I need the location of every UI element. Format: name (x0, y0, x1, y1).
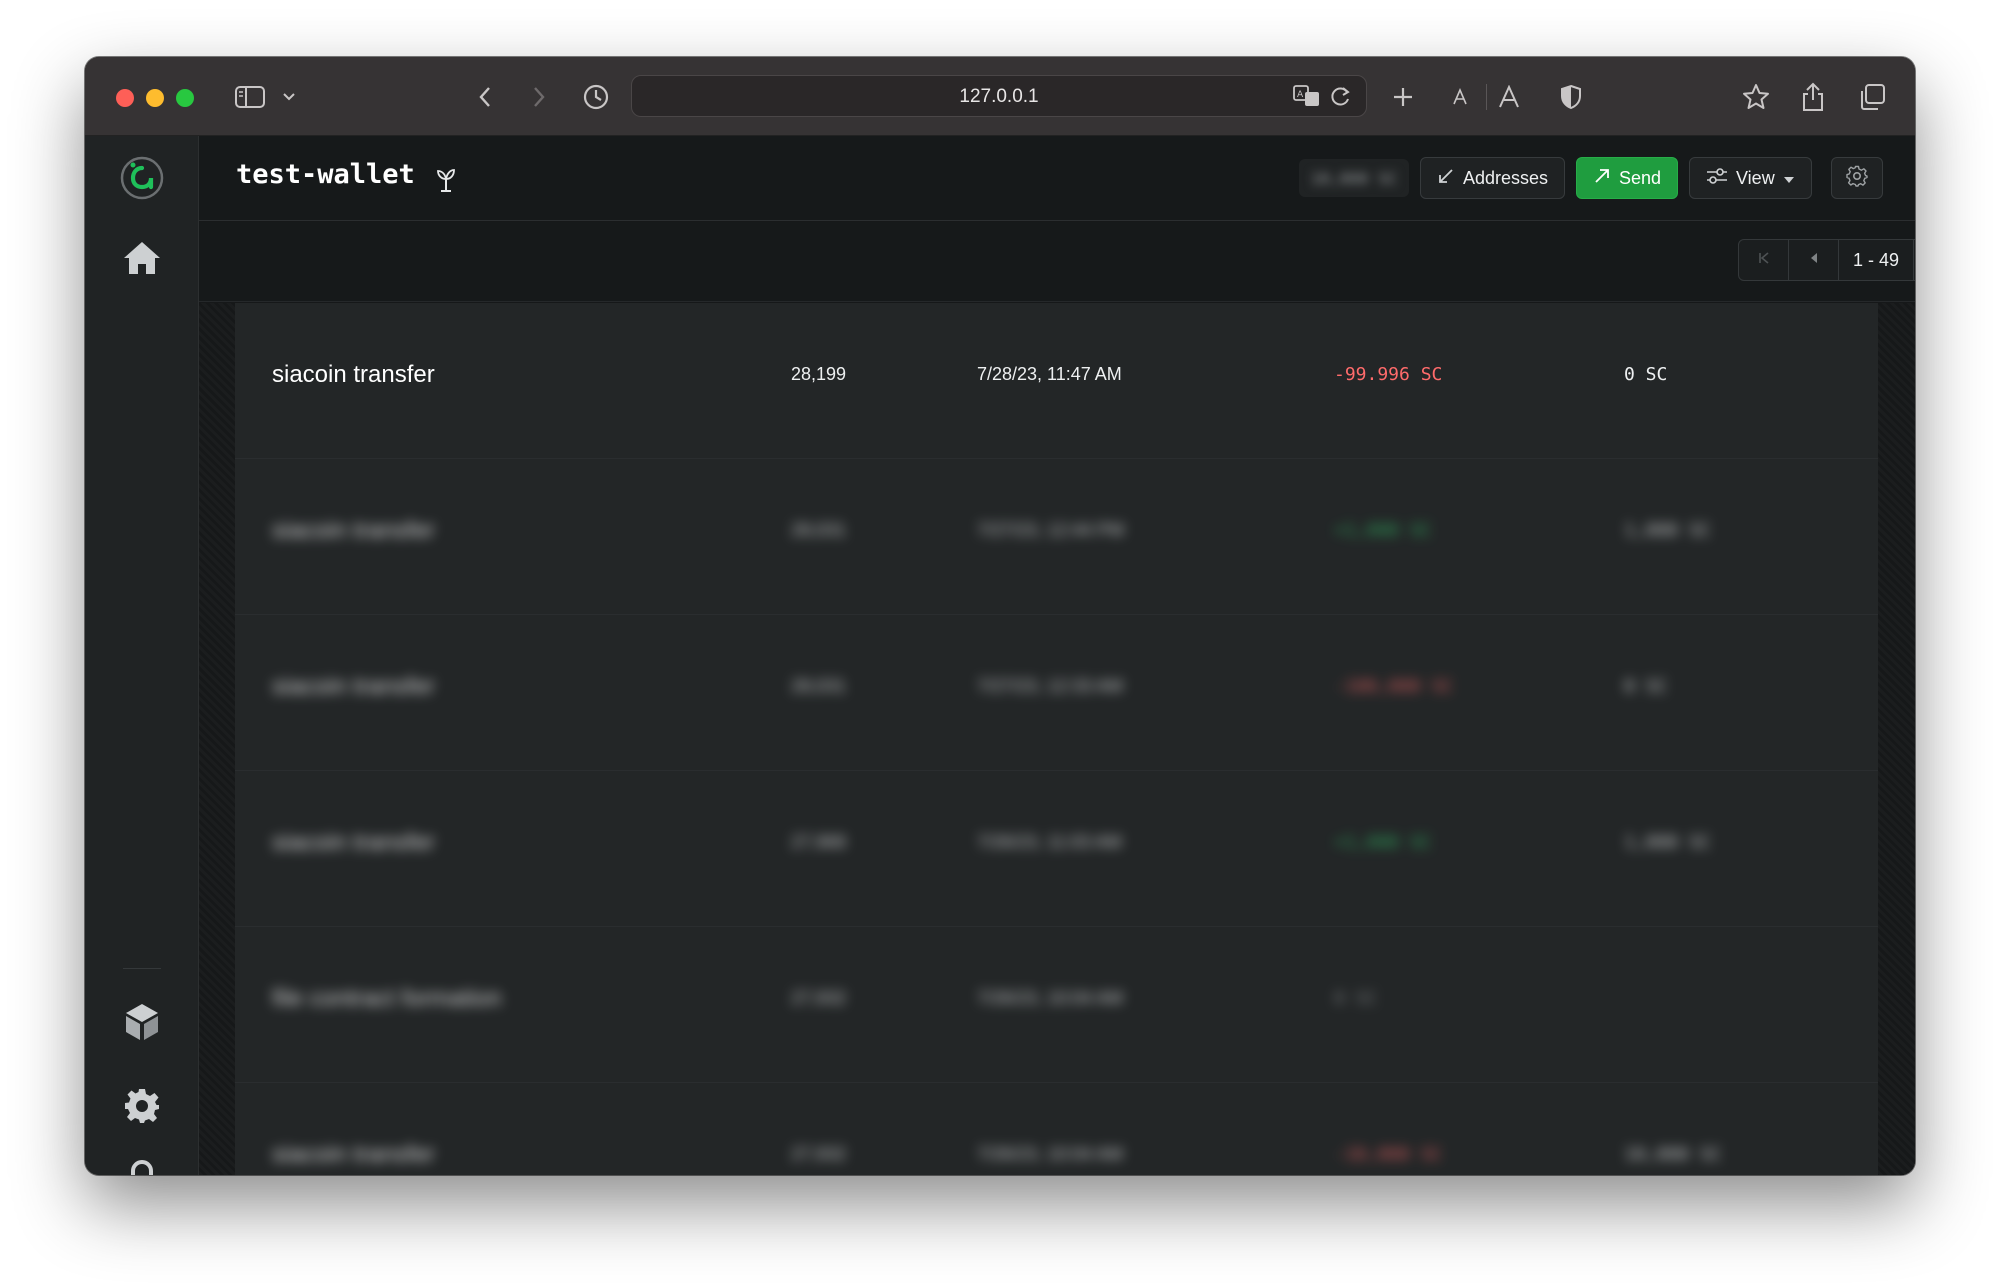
translate-icon[interactable]: A (1292, 84, 1322, 113)
pagination-control: 1 - 49 (1738, 239, 1915, 281)
transaction-fee: 0 SC (1624, 676, 1668, 697)
transaction-timestamp: 7/27/23, 12:44 PM (977, 520, 1125, 540)
view-button[interactable]: View (1689, 157, 1812, 199)
addresses-label: Addresses (1463, 167, 1549, 188)
addresses-icon (1437, 167, 1455, 190)
table-row[interactable]: siacoin transfer 28,031 7/27/23, 12:44 P… (235, 459, 1878, 615)
transaction-amount: -10,000 SC (1334, 1144, 1443, 1165)
reload-icon[interactable] (1330, 84, 1352, 113)
transaction-timestamp: 7/27/23, 12:33 AM (977, 676, 1124, 696)
send-arrow-icon (1593, 167, 1611, 190)
transaction-fee: 1,000 SC (1624, 832, 1711, 853)
page-range-label: 1 - 49 (1852, 249, 1900, 270)
transactions-list: siacoin transfer 28,199 7/28/23, 11:47 A… (235, 303, 1878, 1175)
svg-text:A: A (1297, 90, 1304, 100)
balance-value: 10,000 SC (1310, 168, 1398, 188)
transaction-fee: 0 SC (1624, 364, 1668, 385)
transaction-height: 27,968 (791, 832, 847, 852)
table-row[interactable]: siacoin transfer 28,199 7/28/23, 11:47 A… (235, 303, 1878, 459)
previous-page-button[interactable] (1789, 240, 1839, 280)
sidebar-divider (123, 968, 161, 969)
url-text: 127.0.0.1 (959, 86, 1039, 107)
transaction-amount: +1,000 SC (1334, 832, 1432, 853)
browser-toolbar: 127.0.0.1 A (85, 57, 1915, 136)
share-icon[interactable] (1798, 79, 1828, 115)
tab-overview-icon[interactable] (1857, 79, 1887, 115)
sliders-icon (1706, 167, 1728, 190)
send-button[interactable]: Send (1576, 157, 1679, 199)
transaction-height: 28,199 (791, 364, 847, 384)
node-cube-icon[interactable] (85, 997, 199, 1047)
transaction-amount: -99.996 SC (1334, 364, 1443, 385)
chevron-down-icon[interactable] (279, 79, 299, 115)
text-larger-icon[interactable] (1495, 79, 1523, 115)
transaction-timestamp: 7/26/23, 10:04 AM (977, 1144, 1124, 1164)
view-label: View (1736, 167, 1775, 188)
transaction-height: 27,932 (791, 1144, 847, 1164)
text-smaller-icon[interactable] (1449, 79, 1471, 115)
toolbar-divider (1485, 79, 1487, 115)
caret-down-icon (1783, 168, 1795, 189)
transaction-height: 28,031 (791, 520, 847, 540)
page-range: 1 - 49 (1839, 240, 1914, 280)
transaction-type: siacoin transfer (272, 673, 435, 700)
send-label: Send (1619, 167, 1662, 188)
transaction-amount: +1,000 SC (1334, 520, 1432, 541)
main-content: test-wallet 10,000 SC Addresses Send Vie… (199, 136, 1915, 1175)
wallet-name: test-wallet (236, 159, 415, 190)
transactions-area: siacoin transfer 28,199 7/28/23, 11:47 A… (199, 303, 1915, 1175)
new-tab-plus-icon[interactable] (1388, 79, 1418, 115)
wallet-type-icon (435, 165, 457, 198)
caret-left-icon (1809, 251, 1819, 269)
transaction-timestamp: 7/26/23, 11:03 AM (977, 832, 1122, 852)
pagination-bar: 1 - 49 (199, 222, 1915, 302)
address-bar[interactable]: 127.0.0.1 A (631, 75, 1367, 117)
minimize-window-button[interactable] (146, 89, 164, 107)
transaction-amount: -100,000 SC (1334, 676, 1454, 697)
close-window-button[interactable] (116, 89, 134, 107)
first-page-icon (1757, 251, 1771, 270)
table-row[interactable]: siacoin transfer 27,932 7/26/23, 10:04 A… (235, 1083, 1878, 1175)
transaction-type: siacoin transfer (272, 361, 435, 388)
transaction-timestamp: 7/26/23, 10:04 AM (977, 988, 1124, 1008)
lock-icon[interactable] (85, 1156, 199, 1175)
next-page-button[interactable] (1914, 240, 1915, 280)
first-page-button[interactable] (1739, 240, 1789, 280)
forward-icon[interactable] (527, 79, 551, 115)
wallet-header: test-wallet 10,000 SC Addresses Send Vie… (199, 136, 1915, 221)
table-row[interactable]: siacoin transfer 28,031 7/27/23, 12:33 A… (235, 615, 1878, 771)
addresses-button[interactable]: Addresses (1420, 157, 1566, 199)
app-sidebar (85, 136, 199, 1175)
sidebar-toggle-icon[interactable] (233, 79, 267, 115)
transaction-type: siacoin transfer (272, 1141, 435, 1168)
gear-icon (1846, 165, 1868, 192)
transaction-type: siacoin transfer (272, 829, 435, 856)
transaction-height: 27,932 (791, 988, 847, 1008)
transaction-amount: 0 SC (1334, 988, 1378, 1009)
wallet-balance: 10,000 SC (1299, 159, 1409, 197)
app-logo[interactable] (85, 154, 199, 202)
back-icon[interactable] (473, 79, 497, 115)
settings-gear-icon[interactable] (85, 1081, 199, 1131)
privacy-shield-icon[interactable] (1557, 79, 1585, 115)
transaction-fee: 10,000 SC (1624, 1144, 1722, 1165)
transaction-type: file contract formation (272, 985, 502, 1012)
zoom-window-button[interactable] (176, 89, 194, 107)
history-clock-icon[interactable] (581, 79, 611, 115)
table-row[interactable]: siacoin transfer 27,968 7/26/23, 11:03 A… (235, 771, 1878, 927)
wallet-settings-button[interactable] (1831, 157, 1883, 199)
transaction-timestamp: 7/28/23, 11:47 AM (977, 364, 1122, 384)
transaction-height: 28,031 (791, 676, 847, 696)
home-icon[interactable] (85, 234, 199, 282)
bookmark-star-icon[interactable] (1740, 79, 1772, 115)
transaction-fee: 1,000 SC (1624, 520, 1711, 541)
browser-window: 127.0.0.1 A test-wallet 10,000 SC Addres… (85, 57, 1915, 1175)
table-row[interactable]: file contract formation 27,932 7/26/23, … (235, 927, 1878, 1083)
transaction-type: siacoin transfer (272, 517, 435, 544)
